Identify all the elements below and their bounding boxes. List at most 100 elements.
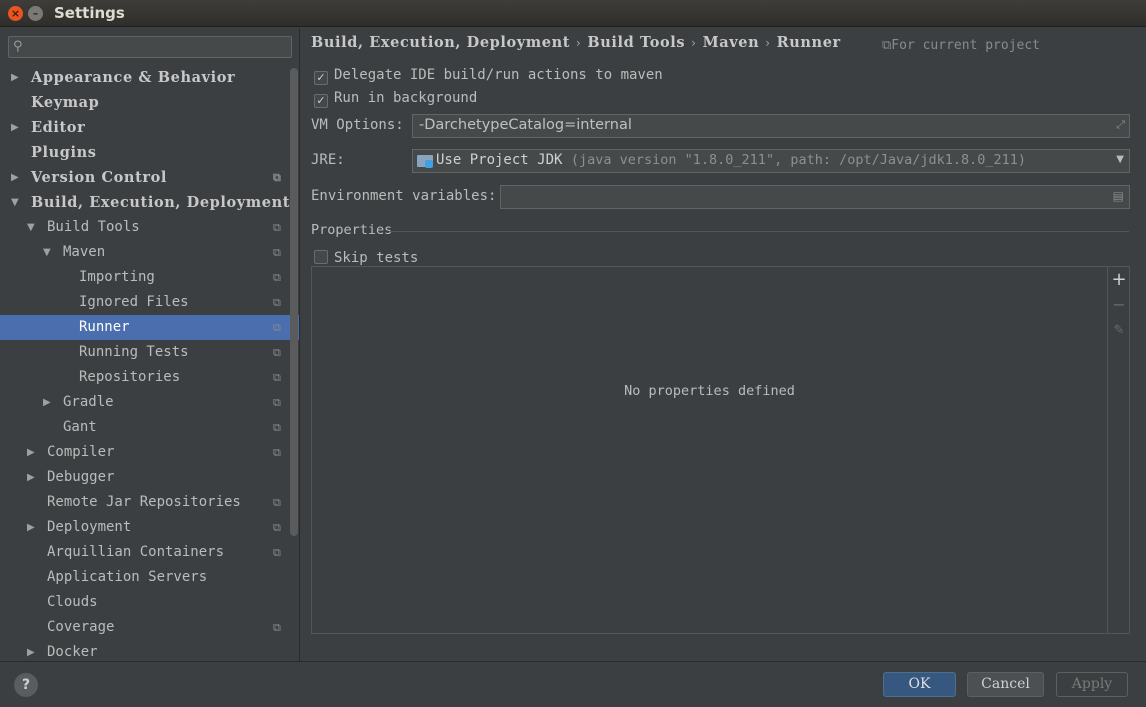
project-icon: ⧉ (273, 221, 281, 234)
jre-detail: (java version "1.8.0_211", path: /opt/Ja… (570, 152, 1027, 168)
sidebar-scrollbar[interactable] (290, 68, 298, 536)
runner-settings-panel: Build, Execution, Deployment › Build Tools… (301, 28, 1146, 661)
skip-tests-row[interactable]: Skip tests (314, 248, 418, 268)
tree-item-label: Running Tests (79, 344, 189, 360)
tree-item[interactable]: Clouds (0, 590, 299, 615)
project-icon: ⧉ (273, 271, 281, 284)
tree-item[interactable]: ▶ Version Control ⧉ (0, 165, 299, 190)
tree-item[interactable]: Ignored Files ⧉ (0, 290, 299, 315)
env-variables-field[interactable]: ▤ (500, 185, 1130, 209)
delegate-checkbox[interactable]: ✓ (314, 71, 328, 85)
settings-sidebar: ⚲ ▶ Appearance & Behavior Keymap ▶ Editor Plu… (0, 28, 300, 661)
tree-item[interactable]: Gant ⧉ (0, 415, 299, 440)
tree-item[interactable]: Coverage ⧉ (0, 615, 299, 640)
apply-button[interactable]: Apply (1056, 672, 1128, 697)
tree-item[interactable]: ▶ Gradle ⧉ (0, 390, 299, 415)
edit-icon[interactable]: ✎ (1110, 322, 1128, 340)
expand-icon[interactable]: ⤢ (1116, 118, 1125, 132)
tree-item[interactable]: ▶ Appearance & Behavior (0, 65, 299, 90)
chevron-down-icon[interactable]: ▼ (43, 240, 51, 265)
tree-item[interactable]: Running Tests ⧉ (0, 340, 299, 365)
vm-options-value: -DarchetypeCatalog=internal (419, 117, 632, 133)
project-icon: ⧉ (273, 371, 281, 384)
breadcrumb-item[interactable]: Build, Execution, Deployment (311, 34, 570, 51)
search-input[interactable] (31, 38, 286, 56)
delegate-checkbox-row[interactable]: ✓ Delegate IDE build/run actions to maven (314, 65, 663, 85)
project-icon: ⧉ (273, 521, 281, 534)
help-button[interactable]: ? (14, 673, 38, 697)
cancel-button[interactable]: Cancel (967, 672, 1044, 697)
tree-item-label: Maven (63, 244, 106, 260)
tree-item[interactable]: Repositories ⧉ (0, 365, 299, 390)
tree-item[interactable]: ▼ Build, Execution, Deployment (0, 190, 299, 215)
add-icon[interactable]: + (1110, 271, 1128, 289)
breadcrumb-item[interactable]: Maven (703, 34, 760, 51)
empty-properties-text: No properties defined (624, 383, 795, 399)
tree-item-label: Runner (79, 319, 130, 335)
tree-item[interactable]: ▶ Compiler ⧉ (0, 440, 299, 465)
tree-item[interactable]: ▶ Deployment ⧉ (0, 515, 299, 540)
jre-label: JRE: (311, 152, 345, 168)
background-checkbox-row[interactable]: ✓ Run in background (314, 88, 477, 108)
tree-item[interactable]: ▶ Editor (0, 115, 299, 140)
search-icon: ⚲ (13, 39, 23, 54)
chevron-down-icon[interactable]: ▼ (11, 190, 19, 215)
tree-item-label: Version Control (31, 169, 167, 186)
chevron-down-icon[interactable]: ▼ (27, 215, 35, 240)
tree-item[interactable]: Arquillian Containers ⧉ (0, 540, 299, 565)
tree-item[interactable]: ▼ Build Tools ⧉ (0, 215, 299, 240)
search-box[interactable]: ⚲ (8, 36, 292, 58)
tree-item-label: Coverage (47, 619, 115, 635)
project-icon: ⧉ (273, 621, 281, 634)
breadcrumb-item[interactable]: Runner (777, 34, 841, 51)
env-variables-label: Environment variables: (311, 188, 497, 204)
document-icon[interactable]: ▤ (1113, 189, 1124, 203)
remove-icon[interactable]: − (1110, 297, 1128, 315)
delegate-label: Delegate IDE build/run actions to maven (334, 67, 663, 83)
tree-item[interactable]: Importing ⧉ (0, 265, 299, 290)
ok-button[interactable]: OK (883, 672, 956, 697)
tree-item[interactable]: Remote Jar Repositories ⧉ (0, 490, 299, 515)
jre-combobox[interactable]: Use Project JDK (java version "1.8.0_211… (412, 149, 1130, 173)
tree-item-label: Remote Jar Repositories (47, 494, 241, 510)
run-in-background-checkbox[interactable]: ✓ (314, 94, 328, 108)
tree-item-label: Deployment (47, 519, 132, 535)
properties-toolbar: + − ✎ (1108, 266, 1130, 634)
tree-item[interactable]: Plugins (0, 140, 299, 165)
tree-item-label: Application Servers (47, 569, 208, 585)
minimize-icon[interactable]: – (28, 6, 43, 21)
tree-item-label: Compiler (47, 444, 115, 460)
properties-table[interactable]: No properties defined (311, 266, 1108, 634)
chevron-right-icon[interactable]: ▶ (11, 165, 19, 190)
chevron-right-icon[interactable]: ▶ (43, 390, 51, 415)
breadcrumb-separator: › (691, 36, 697, 50)
tree-item[interactable]: Keymap (0, 90, 299, 115)
chevron-right-icon[interactable]: ▶ (27, 440, 35, 465)
close-icon[interactable]: × (8, 6, 23, 21)
tree-item-label: Repositories (79, 369, 181, 385)
tree-item-label: Gant (63, 419, 97, 435)
dialog-button-bar: ? OK Cancel Apply (0, 661, 1146, 707)
tree-item[interactable]: Runner ⧉ (0, 315, 299, 340)
chevron-right-icon[interactable]: ▶ (27, 465, 35, 490)
tree-item[interactable]: ▶ Docker (0, 640, 299, 661)
project-icon: ⧉ (273, 246, 281, 259)
breadcrumb: Build, Execution, Deployment › Build Tools… (311, 34, 841, 51)
breadcrumb-item[interactable]: Build Tools (587, 34, 685, 51)
tree-item[interactable]: ▼ Maven ⧉ (0, 240, 299, 265)
chevron-right-icon[interactable]: ▶ (27, 640, 35, 661)
run-in-background-label: Run in background (334, 90, 478, 106)
breadcrumb-separator: › (765, 36, 771, 50)
chevron-right-icon[interactable]: ▶ (27, 515, 35, 540)
tree-item[interactable]: ▶ Debugger (0, 465, 299, 490)
chevron-right-icon[interactable]: ▶ (11, 65, 19, 90)
chevron-down-icon[interactable]: ▼ (1116, 154, 1124, 165)
tree-item-label: Arquillian Containers (47, 544, 225, 560)
tree-item[interactable]: Application Servers (0, 565, 299, 590)
tree-item-label: Gradle (63, 394, 114, 410)
jdk-folder-icon (417, 155, 433, 168)
tree-item-label: Keymap (31, 94, 100, 111)
skip-tests-checkbox[interactable] (314, 250, 328, 264)
vm-options-field[interactable]: -DarchetypeCatalog=internal ⤢ (412, 114, 1130, 138)
chevron-right-icon[interactable]: ▶ (11, 115, 19, 140)
